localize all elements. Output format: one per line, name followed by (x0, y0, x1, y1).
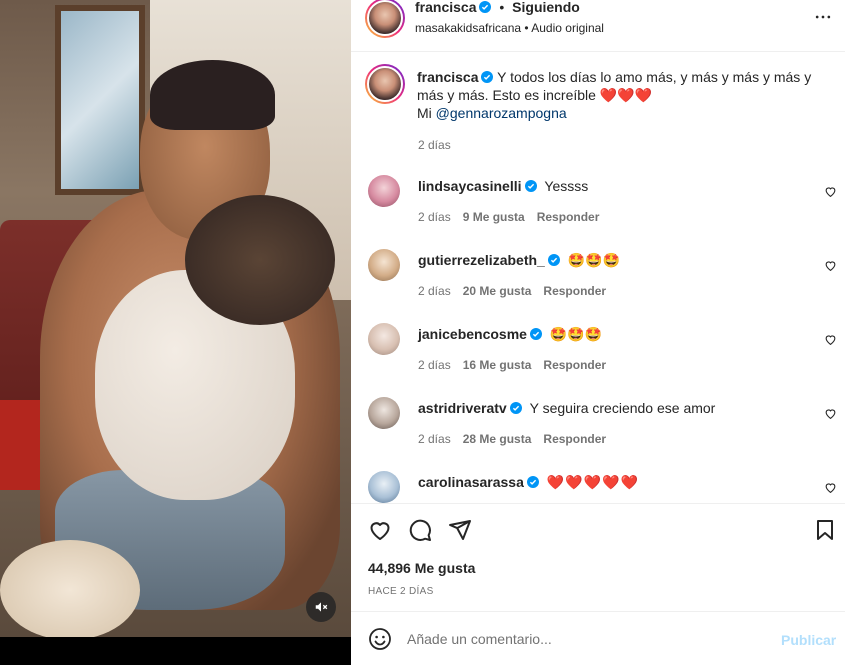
comment-text: lindsaycasinelli Yessss (418, 177, 588, 195)
comment-username[interactable]: gutierrezelizabeth_ (418, 252, 545, 268)
like-count[interactable]: 44,896 Me gusta (368, 560, 475, 576)
comment-meta: 2 días 9 Me gusta Responder (418, 210, 599, 224)
comment-time[interactable]: 2 días (418, 358, 451, 372)
comment-body: 🤩🤩🤩 (567, 252, 621, 268)
comment-input[interactable]: Añade un comentario... (407, 631, 552, 647)
comment-likes[interactable]: 28 Me gusta (463, 432, 532, 446)
emoji-smiley-icon[interactable] (368, 627, 392, 651)
comment-text: astridriveratv Y seguira creciendo ese a… (418, 399, 715, 417)
comment-likes[interactable]: 9 Me gusta (463, 210, 525, 224)
like-comment-heart-icon[interactable] (824, 259, 837, 272)
following-button[interactable]: Siguiendo (512, 0, 580, 15)
comment-meta: 2 días 20 Me gusta Responder (418, 284, 606, 298)
mute-button[interactable] (306, 592, 336, 622)
comment-username[interactable]: janicebencosme (418, 326, 527, 342)
post-video[interactable] (0, 0, 351, 665)
comment-composer: Añade un comentario... Publicar (351, 611, 845, 665)
like-heart-icon[interactable] (368, 518, 392, 542)
comment-username[interactable]: astridriveratv (418, 400, 507, 416)
commenter-avatar[interactable] (368, 323, 400, 355)
caption-avatar[interactable] (365, 64, 405, 104)
comment-time[interactable]: 2 días (418, 432, 451, 446)
author-line: francisca • Siguiendo (415, 0, 580, 14)
verified-badge-icon (529, 328, 542, 340)
reply-button[interactable]: Responder (543, 284, 606, 298)
comment-likes[interactable]: 20 Me gusta (463, 284, 532, 298)
dot-separator: • (499, 0, 505, 15)
commenter-avatar[interactable] (368, 249, 400, 281)
verified-badge-icon (481, 71, 494, 83)
commenter-avatar[interactable] (368, 471, 400, 503)
like-comment-heart-icon[interactable] (824, 333, 837, 346)
like-comment-heart-icon[interactable] (824, 481, 837, 494)
verified-badge-icon (524, 180, 537, 192)
comment-item: astridriveratv Y seguira creciendo ese a… (351, 397, 845, 471)
verified-badge-icon (526, 476, 539, 488)
verified-badge-icon (547, 254, 560, 266)
caption-line2-prefix: Mi (417, 105, 436, 121)
comment-bubble-icon[interactable] (408, 518, 432, 542)
post-actions: 44,896 Me gusta HACE 2 DÍAS (351, 503, 845, 611)
comment-item: lindsaycasinelli Yessss 2 días 9 Me gusta… (351, 175, 845, 249)
comment-meta: 2 días 28 Me gusta Responder (418, 432, 606, 446)
author-avatar[interactable] (365, 0, 405, 38)
comment-body: 🤩🤩🤩 (549, 326, 603, 342)
comment-item: gutierrezelizabeth_ 🤩🤩🤩 2 días 20 Me gust… (351, 249, 845, 323)
publish-button[interactable]: Publicar (781, 632, 836, 648)
share-paper-plane-icon[interactable] (448, 518, 472, 542)
comment-likes[interactable]: 16 Me gusta (463, 358, 532, 372)
comment-body: Yessss (544, 178, 589, 194)
post-side-panel: francisca • Siguiendo masakakidsafricana… (351, 0, 845, 665)
commenter-avatar[interactable] (368, 397, 400, 429)
comment-item: janicebencosme 🤩🤩🤩 2 días 16 Me gusta Resp… (351, 323, 845, 397)
save-bookmark-icon[interactable] (813, 518, 837, 542)
verified-badge-icon (509, 402, 522, 414)
comment-text: carolinasarassa ❤️❤️❤️❤️❤️ (418, 473, 639, 491)
reply-button[interactable]: Responder (537, 210, 600, 224)
caption-username[interactable]: francisca (417, 69, 478, 85)
comment-body: Y seguira creciendo ese amor (529, 400, 716, 416)
comment-username[interactable]: carolinasarassa (418, 474, 524, 490)
video-frame (0, 0, 351, 637)
comment-username[interactable]: lindsaycasinelli (418, 178, 522, 194)
caption-mention-link[interactable]: @gennarozampogna (436, 105, 567, 121)
comment-text: gutierrezelizabeth_ 🤩🤩🤩 (418, 251, 620, 269)
comment-time[interactable]: 2 días (418, 210, 451, 224)
commenter-avatar[interactable] (368, 175, 400, 207)
author-username[interactable]: francisca (415, 0, 476, 15)
verified-badge-icon (479, 1, 492, 13)
more-options-icon[interactable] (813, 7, 833, 27)
post-header: francisca • Siguiendo masakakidsafricana… (351, 0, 845, 52)
comment-body: ❤️❤️❤️❤️❤️ (546, 474, 639, 490)
caption-text: francisca Y todos los días lo amo más, y… (417, 68, 817, 122)
audio-subtitle[interactable]: masakakidsafricana • Audio original (415, 21, 604, 35)
comment-time[interactable]: 2 días (418, 284, 451, 298)
reply-button[interactable]: Responder (543, 358, 606, 372)
comment-meta: 2 días 16 Me gusta Responder (418, 358, 606, 372)
post-date[interactable]: HACE 2 DÍAS (368, 586, 434, 597)
like-comment-heart-icon[interactable] (824, 185, 837, 198)
comment-item: carolinasarassa ❤️❤️❤️❤️❤️ (351, 471, 845, 503)
like-comment-heart-icon[interactable] (824, 407, 837, 420)
comment-text: janicebencosme 🤩🤩🤩 (418, 325, 602, 343)
comments-list[interactable]: francisca Y todos los días lo amo más, y… (351, 53, 845, 503)
reply-button[interactable]: Responder (543, 432, 606, 446)
caption-timestamp[interactable]: 2 días (418, 138, 451, 152)
speaker-muted-icon (315, 602, 328, 612)
